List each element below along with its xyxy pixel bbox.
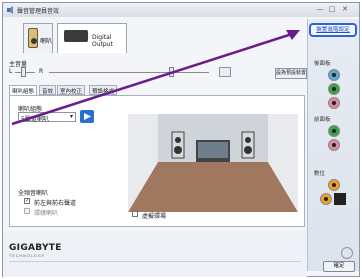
info-button[interactable]: [341, 247, 353, 259]
window-title: 聲音管理員音效: [17, 8, 60, 15]
front-panel-label: 前面板: [314, 117, 331, 123]
tab-digital-output-label: Digital Output: [92, 34, 113, 48]
connector-panel: 裝置進階設定 後面板 前面板 數位: [307, 19, 359, 271]
jack-pink[interactable]: [328, 97, 340, 109]
jack-digital-optical[interactable]: [320, 193, 332, 205]
speaker-front-left-icon: [171, 131, 185, 159]
jack-front-green[interactable]: [328, 125, 340, 137]
tab-effects[interactable]: 音效: [39, 85, 57, 95]
virtual-surround-checkbox[interactable]: [132, 211, 138, 217]
device-tabs: 喇叭 Digital Output: [23, 21, 133, 57]
app-icon: [7, 6, 13, 14]
front-fullrange-checkbox[interactable]: ✓: [24, 198, 30, 204]
tab-speakers-label: 喇叭: [40, 38, 53, 45]
volume-track: [49, 72, 209, 73]
settings-tabs: 喇叭組態 音效 室內校正 預設格式: [9, 85, 305, 96]
title-bar: 聲音管理員音效 — □ ✕: [3, 3, 359, 17]
front-fullrange-label: 前左與前右聲道: [34, 200, 77, 207]
jack-blue[interactable]: [328, 69, 340, 81]
fullrange-title: 全頻音喇叭: [18, 190, 49, 197]
minimize-button[interactable]: —: [315, 5, 325, 13]
advanced-settings-link[interactable]: 裝置進階設定: [309, 23, 357, 37]
tab-digital-output[interactable]: Digital Output: [57, 23, 127, 53]
speaker-front-right-icon: [241, 131, 255, 159]
back-panel-label: 後面板: [314, 61, 331, 67]
optical-port-icon: [334, 193, 346, 205]
room-illustration: [128, 114, 298, 212]
balance-left-label: L: [9, 68, 13, 75]
volume-thumb[interactable]: [169, 67, 174, 77]
speaker-config-value: 5聲道喇叭: [21, 116, 49, 123]
brand-tagline: TECHNOLOGY: [9, 254, 46, 258]
digital-label: 數位: [314, 171, 326, 177]
tab-room-correction[interactable]: 室內校正: [57, 85, 86, 95]
divider: [9, 261, 301, 262]
jack-digital-coax[interactable]: [328, 179, 340, 191]
play-test-button[interactable]: [80, 110, 94, 123]
speaker-icon: [28, 28, 38, 48]
mute-button[interactable]: [219, 67, 231, 77]
main-volume: 主音量 L R 設為預設裝置: [9, 59, 307, 83]
tab-speakers[interactable]: 喇叭: [23, 23, 53, 53]
set-default-button[interactable]: 設為預設裝置: [275, 68, 307, 79]
tab-default-format[interactable]: 預設格式: [89, 85, 118, 95]
tv-icon: [196, 140, 230, 162]
jack-front-pink[interactable]: [328, 139, 340, 151]
balance-right-label: R: [39, 68, 44, 75]
speaker-config-panel: 喇叭組態 5聲道喇叭 ▾ 全頻音喇叭 ✓ 前左與前右聲道 環繞喇叭 虛擬環場: [9, 95, 305, 227]
digital-output-icon: [64, 30, 88, 42]
audio-manager-window: 聲音管理員音效 — □ ✕ 喇叭 Digital Output 主音量 L R …: [2, 2, 360, 277]
surround-fullrange-checkbox[interactable]: [24, 208, 30, 214]
jack-green[interactable]: [328, 83, 340, 95]
balance-thumb[interactable]: [21, 67, 26, 77]
ok-button[interactable]: 確定: [323, 261, 355, 272]
play-icon: [84, 113, 91, 120]
brand-bar: GIGABYTE TECHNOLOGY: [3, 231, 307, 277]
surround-fullrange-label: 環繞喇叭: [34, 210, 59, 217]
chevron-down-icon: ▾: [69, 113, 73, 120]
brand-logo: GIGABYTE: [9, 243, 62, 253]
speaker-config-select[interactable]: 5聲道喇叭 ▾: [18, 112, 76, 123]
maximize-button[interactable]: □: [327, 5, 337, 13]
close-button[interactable]: ✕: [340, 5, 350, 13]
virtual-surround-label: 虛擬環場: [142, 213, 167, 220]
